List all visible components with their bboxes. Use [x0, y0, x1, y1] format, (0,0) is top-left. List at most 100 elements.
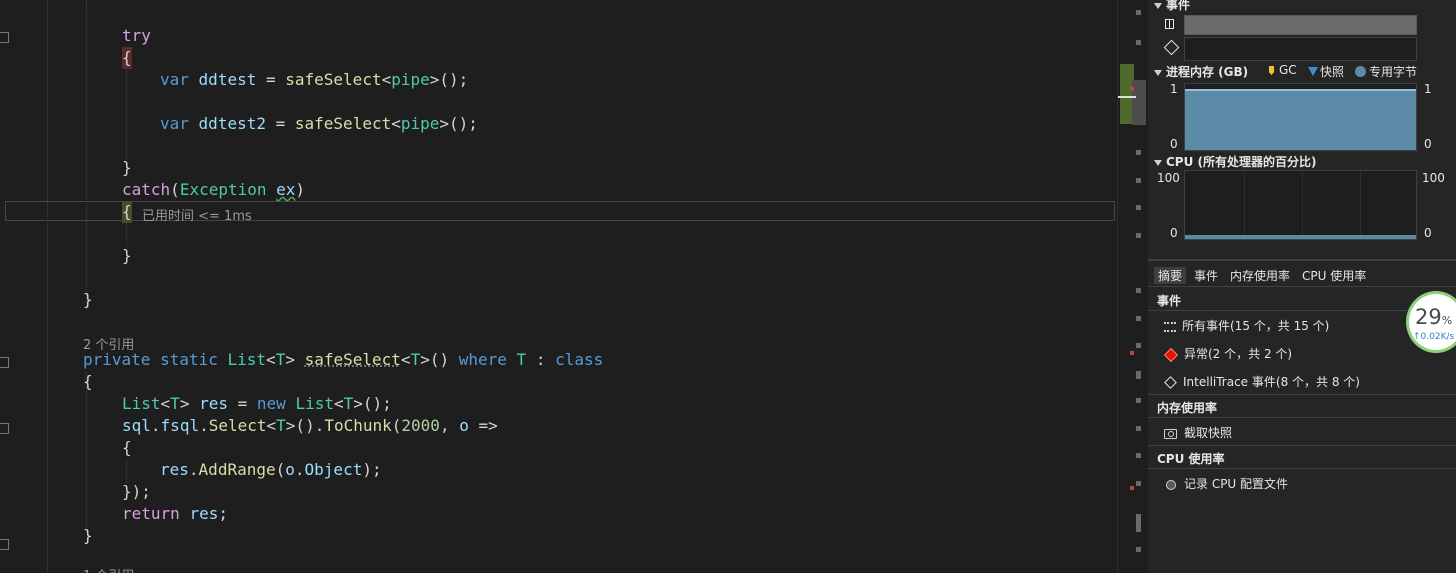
record-cpu-profile-button[interactable]: 记录 CPU 配置文件 [1164, 475, 1288, 492]
tab-events[interactable]: 事件 [1194, 267, 1218, 284]
code-line[interactable]: var ddtest2 = safeSelect<pipe>(); [160, 113, 478, 135]
scroll-thumb[interactable] [1132, 80, 1146, 125]
code-token: ( [391, 416, 402, 435]
record-cpu-label: 记录 CPU 配置文件 [1184, 477, 1289, 491]
code-line[interactable]: }); [122, 481, 151, 503]
snapshot-legend-icon [1308, 67, 1318, 76]
tab-summary[interactable]: 摘要 [1154, 267, 1187, 284]
code-token: ( [275, 460, 286, 479]
error-marker [1130, 87, 1134, 91]
cpu-area-fill [1185, 234, 1416, 239]
code-token: = [265, 114, 295, 133]
overview-marker [1136, 233, 1141, 238]
code-token: < [400, 350, 411, 369]
fold-toggle[interactable] [0, 32, 9, 43]
cpu-gridline [1244, 171, 1245, 239]
upload-arrow-icon: ↑ [1413, 332, 1421, 342]
code-line[interactable]: } [122, 157, 132, 179]
memory-axis-max-right: 1 [1424, 82, 1432, 96]
code-token: < [160, 394, 171, 413]
cpu-section-toggle[interactable]: CPU (所有处理器的百分比) [1154, 153, 1317, 170]
codelens-references[interactable]: 1 个引用 [83, 565, 134, 573]
code-line[interactable]: try [122, 25, 151, 47]
editor-scrollbar[interactable] [1117, 0, 1148, 573]
cpu-axis-min-left: 0 [1170, 226, 1178, 240]
code-line[interactable]: List<T> res = new List<T>(); [122, 393, 392, 415]
divider [1148, 468, 1456, 469]
exceptions-label: 异常(2 个，共 2 个) [1184, 347, 1293, 361]
events-section-toggle[interactable]: 事件 [1154, 0, 1190, 13]
pause-icon[interactable] [1165, 19, 1174, 29]
code-line[interactable]: { [122, 437, 132, 459]
code-token: T [170, 394, 180, 413]
code-token: var [160, 70, 189, 89]
elapsed-time-hint: 已用时间 <= 1ms [142, 209, 252, 224]
exceptions-link[interactable]: 异常(2 个，共 2 个) [1163, 345, 1293, 362]
code-token: T [410, 350, 421, 369]
code-token: { [122, 48, 132, 67]
tab-cpu-usage[interactable]: CPU 使用率 [1302, 267, 1366, 284]
code-token: pipe [391, 70, 430, 89]
indent-guide [47, 0, 48, 573]
memory-section-toggle[interactable]: 进程内存 (GB) [1154, 63, 1248, 80]
fold-toggle[interactable] [0, 423, 9, 434]
cpu-axis-min-right: 0 [1424, 226, 1432, 240]
code-token: } [122, 158, 132, 177]
code-token: pipe [400, 114, 440, 133]
code-line[interactable]: } [122, 245, 132, 267]
fold-toggle[interactable] [0, 539, 9, 550]
code-token: , [439, 416, 460, 435]
code-token: ) [295, 180, 306, 199]
events-heading: 事件 [1157, 294, 1182, 308]
code-token: . [199, 416, 209, 435]
code-token: < [391, 114, 401, 133]
code-token: static [160, 350, 218, 369]
code-token: }); [122, 482, 151, 501]
events-track[interactable] [1184, 37, 1417, 61]
cpu-widget-percent: 29 [1415, 305, 1442, 329]
code-token: { [122, 438, 132, 457]
memory-graph[interactable] [1184, 83, 1417, 151]
all-events-link[interactable]: 所有事件(15 个，共 15 个) [1164, 317, 1329, 334]
code-token: where [458, 350, 507, 369]
fold-toggle[interactable] [0, 357, 9, 368]
code-line[interactable]: private static List<T> safeSelect<T>() w… [83, 349, 603, 371]
code-line[interactable]: { [122, 47, 132, 69]
code-line[interactable]: } [83, 525, 93, 547]
take-snapshot-button[interactable]: 截取快照 [1164, 424, 1232, 441]
code-line[interactable]: { [122, 201, 132, 223]
code-token: . [188, 460, 199, 479]
code-token: Select [208, 416, 267, 435]
exception-icon [1163, 347, 1179, 362]
tab-memory-usage[interactable]: 内存使用率 [1230, 267, 1290, 284]
code-line[interactable]: { [83, 371, 93, 393]
code-token: >() [420, 350, 459, 369]
all-events-icon [1164, 321, 1176, 332]
code-line[interactable]: return res; [122, 503, 228, 525]
intellitrace-link[interactable]: IntelliTrace 事件(8 个，共 8 个) [1164, 373, 1360, 390]
code-token: } [83, 290, 93, 309]
code-editor[interactable]: try { var ddtest = safeSelect<pipe>(); v… [0, 0, 1117, 573]
code-token: private [83, 350, 151, 369]
code-token: o [459, 416, 469, 435]
code-line[interactable]: res.AddRange(o.Object); [160, 459, 382, 481]
divider [1148, 259, 1456, 261]
code-token: T [343, 394, 354, 413]
overview-marker [1136, 150, 1141, 155]
code-token: T [276, 416, 286, 435]
code-line[interactable]: } [83, 289, 93, 311]
collapse-triangle-icon [1154, 2, 1162, 9]
code-line[interactable]: sql.fsql.Select<T>().ToChunk(2000, o => [122, 415, 498, 437]
code-line[interactable]: catch(Exception ex) [122, 179, 305, 201]
cpu-gridline [1302, 171, 1303, 239]
code-token: ex [276, 180, 296, 199]
code-line[interactable]: var ddtest = safeSelect<pipe>(); [160, 69, 468, 91]
code-token: >(); [353, 394, 392, 413]
cpu-graph[interactable] [1184, 170, 1417, 240]
intellitrace-label: IntelliTrace 事件(8 个，共 8 个) [1183, 375, 1360, 389]
overview-marker [1136, 343, 1141, 348]
code-token: catch [122, 180, 171, 199]
